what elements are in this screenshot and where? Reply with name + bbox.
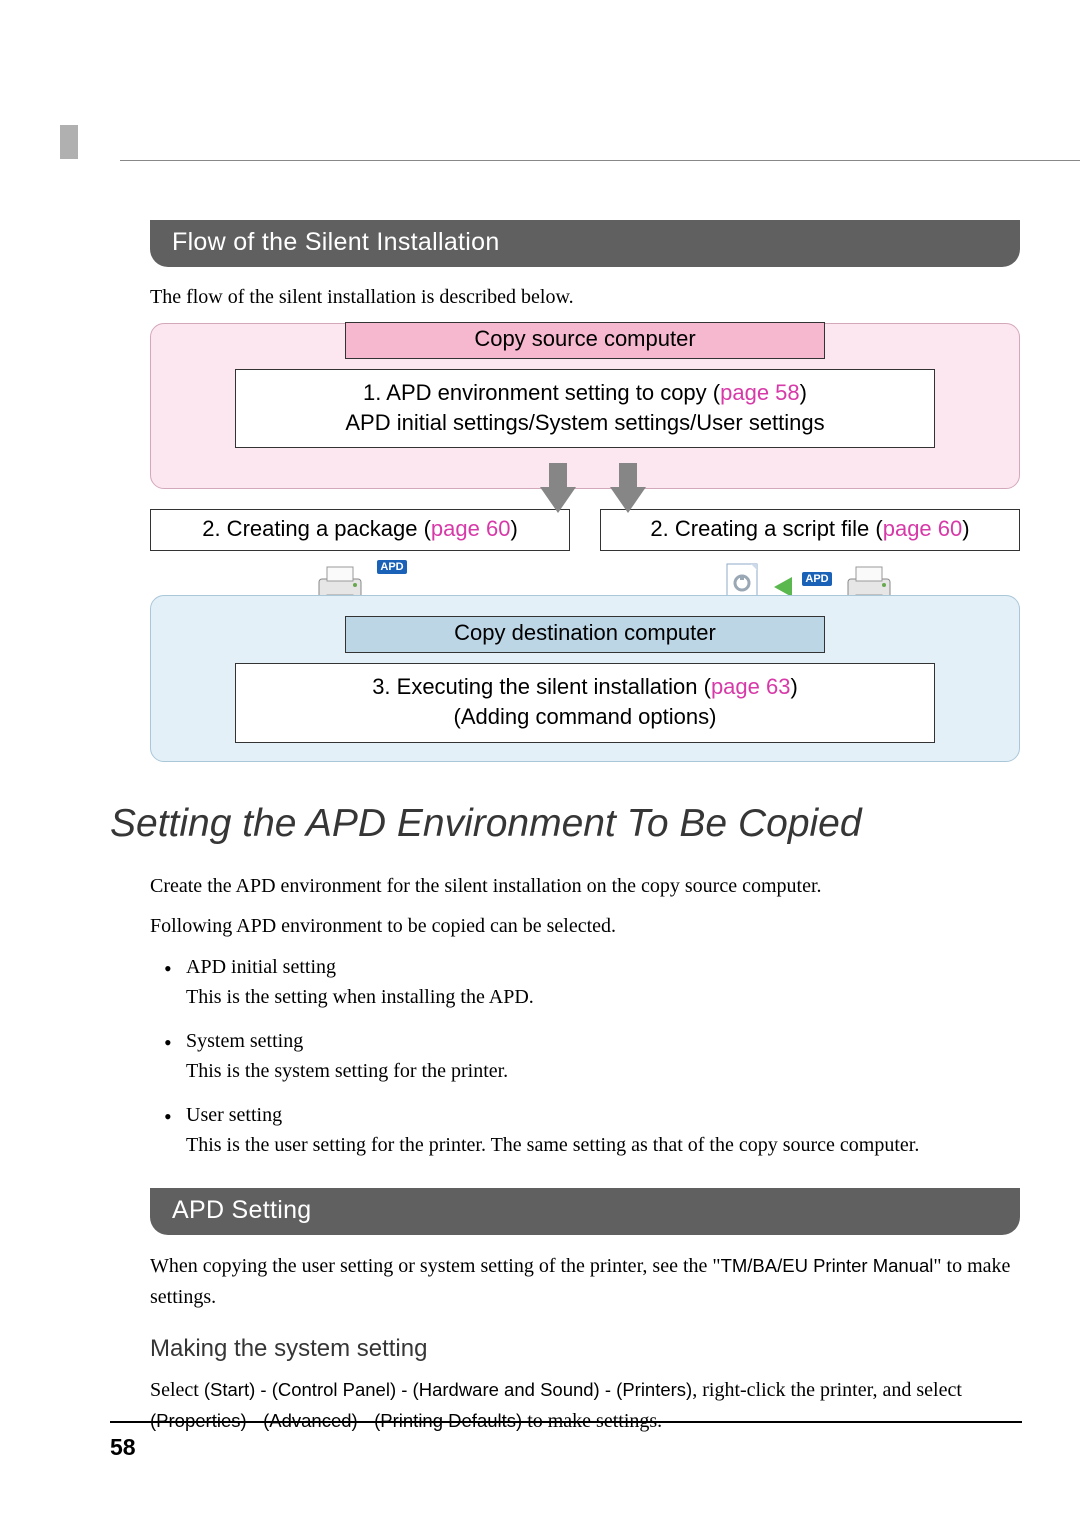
- page-number: 58: [110, 1434, 136, 1461]
- bullet-head: System setting: [186, 1030, 303, 1052]
- page-link-58[interactable]: page 58: [720, 380, 800, 405]
- top-rule: [120, 160, 1080, 161]
- src-line2: APD initial settings/System settings/Use…: [345, 410, 824, 435]
- page-link-60-left[interactable]: page 60: [431, 516, 511, 541]
- bullet-body: This is the user setting for the printer…: [186, 1134, 919, 1156]
- destination-block: Copy destination computer 3. Executing t…: [150, 595, 1020, 761]
- apd-para-manual: TM/BA/EU Printer Manual: [721, 1255, 934, 1276]
- destination-label: Copy destination computer: [345, 616, 825, 653]
- steps-select: Select: [150, 1379, 204, 1401]
- bottom-rule: [110, 1421, 1022, 1423]
- dst-line2: (Adding command options): [454, 704, 717, 729]
- page-tab-mark: [60, 125, 78, 159]
- para-2: Following APD environment to be copied c…: [150, 912, 1020, 940]
- steps-path1: (Start) - (Control Panel) - (Hardware an…: [204, 1379, 692, 1400]
- list-item: APD initial setting This is the setting …: [164, 952, 1020, 1012]
- creating-script-box: 2. Creating a script file (page 60): [600, 509, 1020, 551]
- list-item: User setting This is the user setting fo…: [164, 1100, 1020, 1160]
- left-arrow-icon: [774, 577, 792, 597]
- source-inner-box: 1. APD environment setting to copy (page…: [235, 369, 935, 448]
- apd-badge-icon: APD: [377, 560, 406, 574]
- steps-mid: , right-click the printer, and: [692, 1379, 916, 1401]
- source-label: Copy source computer: [345, 322, 825, 359]
- list-item: System setting This is the system settin…: [164, 1026, 1020, 1086]
- destination-inner-box: 3. Executing the silent installation (pa…: [235, 663, 935, 742]
- apd-setting-paragraph: When copying the user setting or system …: [150, 1251, 1020, 1313]
- creating-package-box: 2. Creating a package (page 60): [150, 509, 570, 551]
- arrow-down-icon: [540, 487, 576, 513]
- left-box-suffix: ): [510, 516, 517, 541]
- page-link-63[interactable]: page 63: [711, 674, 791, 699]
- page-link-60-right[interactable]: page 60: [883, 516, 963, 541]
- right-box-suffix: ): [962, 516, 969, 541]
- section-header-apd-setting: APD Setting: [150, 1188, 1020, 1235]
- main-heading: Setting the APD Environment To Be Copied: [110, 802, 1020, 846]
- system-setting-steps: Select (Start) - (Control Panel) - (Hard…: [150, 1375, 1020, 1437]
- dst-line1-prefix: 3. Executing the silent installation (: [372, 674, 711, 699]
- arrows-row-1: [150, 451, 1020, 501]
- left-box-prefix: 2. Creating a package (: [202, 516, 431, 541]
- right-box-prefix: 2. Creating a script file (: [650, 516, 882, 541]
- bullet-head: APD initial setting: [186, 956, 336, 978]
- bullet-list: APD initial setting This is the setting …: [164, 952, 1020, 1160]
- flow-diagram: Copy source computer 1. APD environment …: [150, 323, 1020, 762]
- making-system-setting-heading: Making the system setting: [150, 1335, 1020, 1363]
- arrow-down-icon: [610, 487, 646, 513]
- bullet-body: This is the setting when installing the …: [186, 986, 534, 1008]
- src-line1-suffix: ): [800, 380, 807, 405]
- bullet-body: This is the system setting for the print…: [186, 1060, 508, 1082]
- section-header-flow: Flow of the Silent Installation: [150, 220, 1020, 267]
- bullet-head: User setting: [186, 1104, 282, 1126]
- apd-para-a: When copying the user setting or system …: [150, 1255, 721, 1277]
- para-1: Create the APD environment for the silen…: [150, 872, 1020, 900]
- two-column-row: 2. Creating a package (page 60) 2. Creat…: [150, 509, 1020, 551]
- apd-badge-icon: APD: [802, 572, 831, 586]
- steps-select2: select: [916, 1379, 962, 1401]
- page-content: Flow of the Silent Installation The flow…: [150, 220, 1020, 1445]
- src-line1-prefix: 1. APD environment setting to copy (: [363, 380, 720, 405]
- dst-line1-suffix: ): [790, 674, 797, 699]
- intro-text: The flow of the silent installation is d…: [150, 283, 1020, 311]
